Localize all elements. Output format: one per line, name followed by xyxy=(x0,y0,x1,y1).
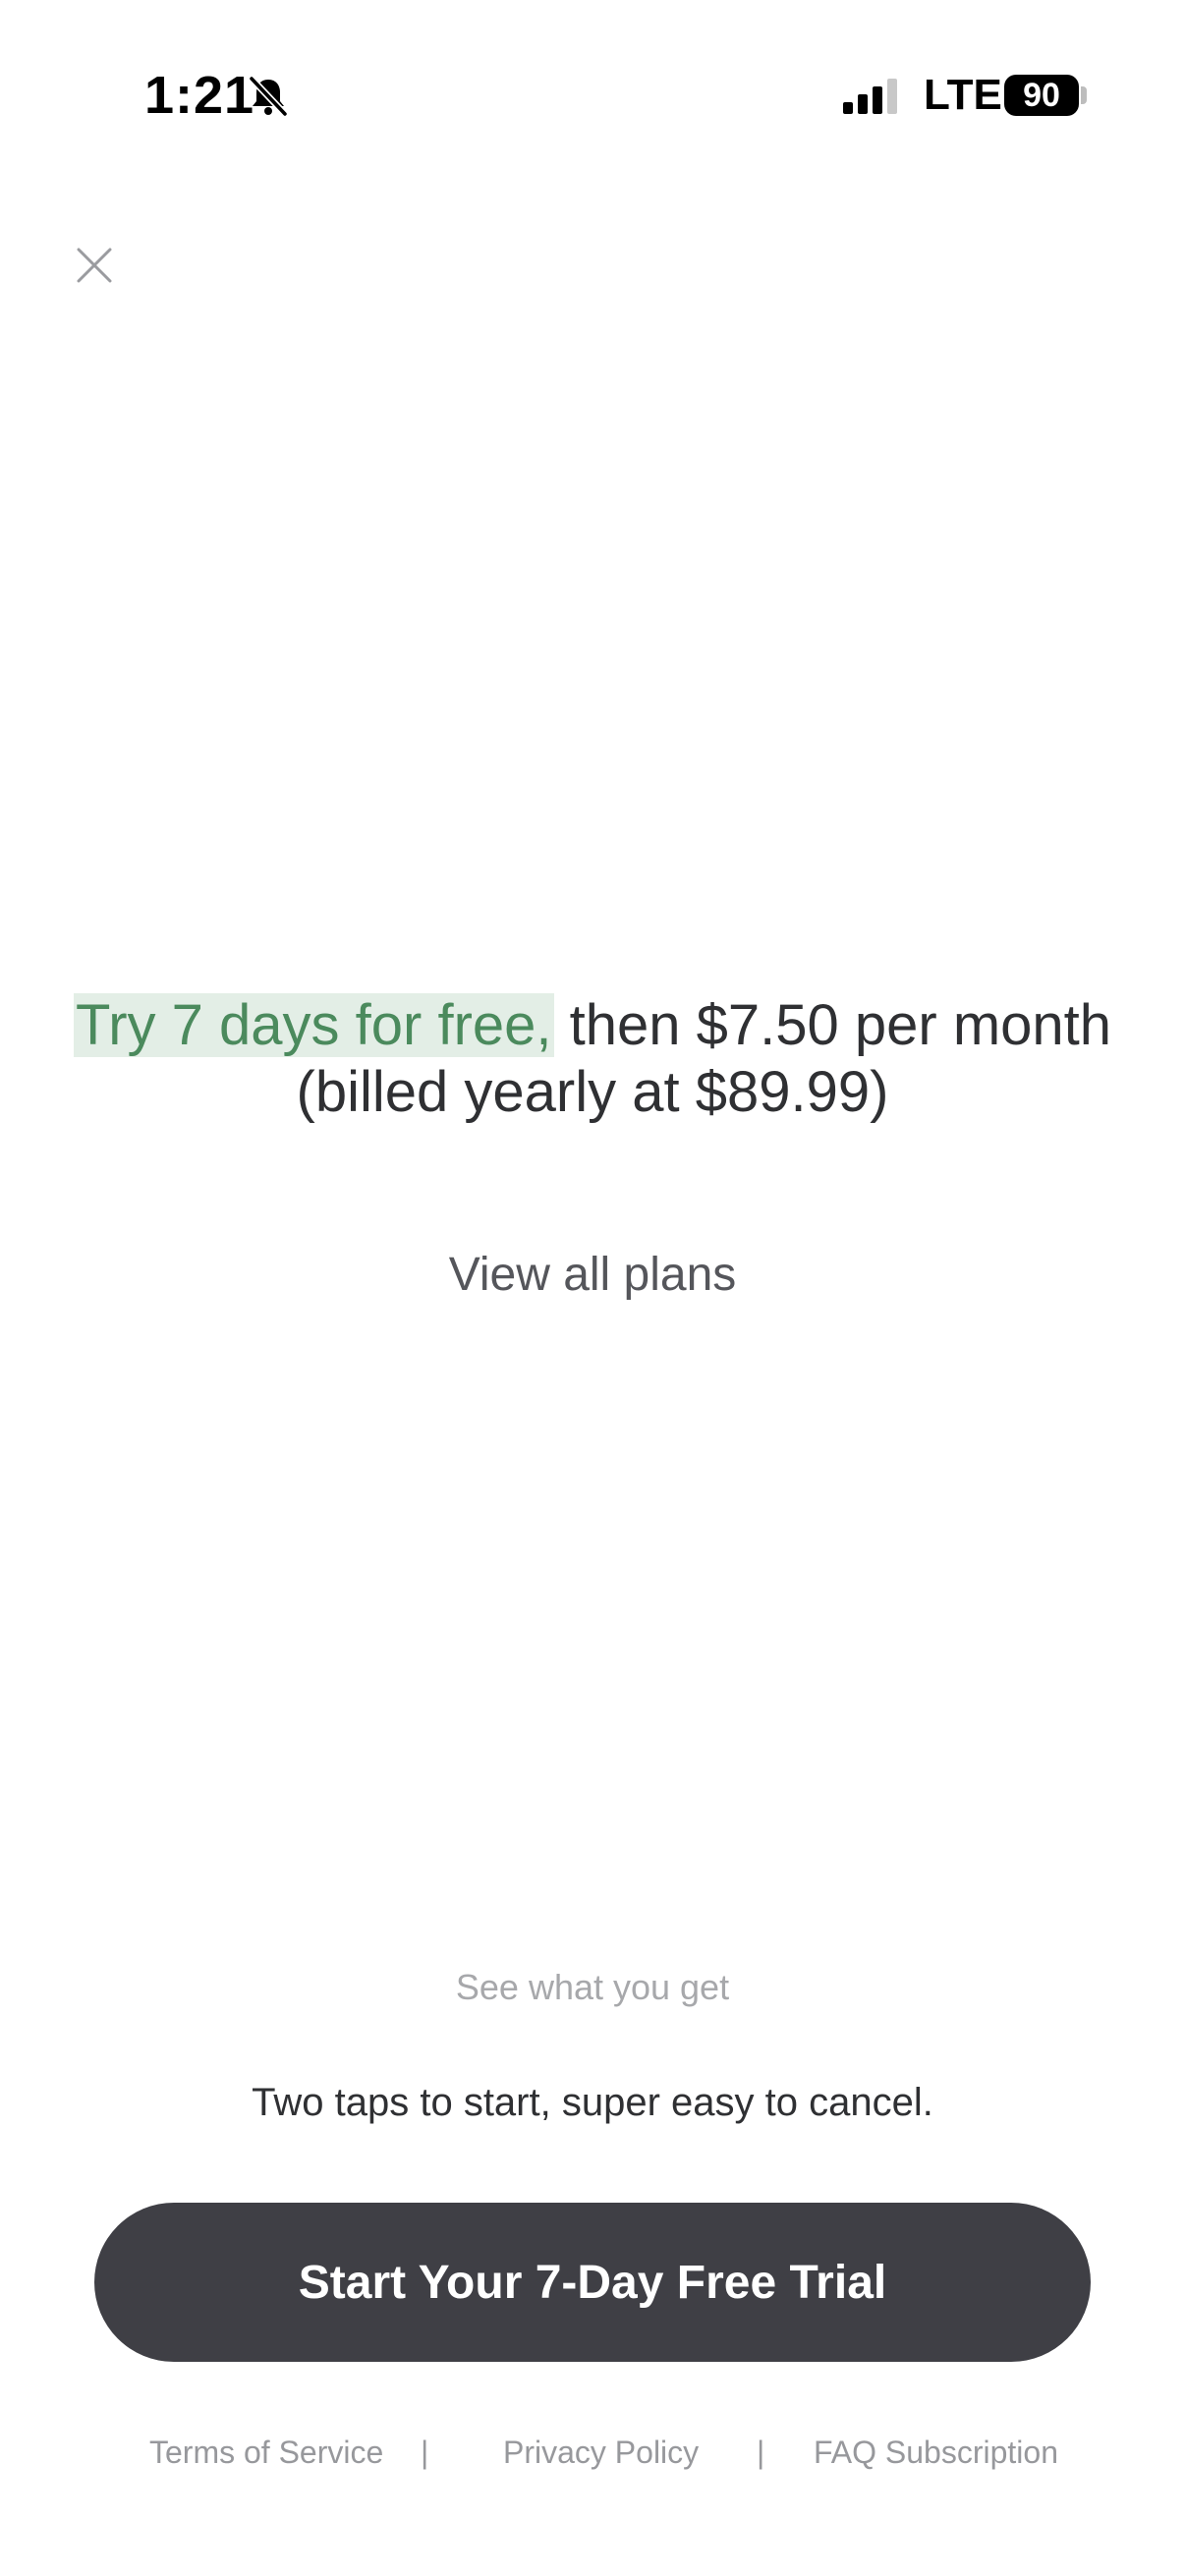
privacy-policy-link[interactable]: Privacy Policy xyxy=(503,2435,699,2471)
see-what-you-get-link[interactable]: See what you get xyxy=(0,1967,1185,2008)
start-free-trial-button[interactable]: Start Your 7-Day Free Trial xyxy=(94,2203,1091,2362)
bell-slash-icon xyxy=(246,74,291,119)
view-all-plans-link[interactable]: View all plans xyxy=(0,1248,1185,1302)
status-bar: 1:21 LTE 90 xyxy=(0,0,1185,196)
cancel-note: Two taps to start, super easy to cancel. xyxy=(252,2081,933,2124)
footer-links: Terms of Service | Privacy Policy | FAQ … xyxy=(0,2435,1185,2474)
free-trial-highlight: Try 7 days for free, xyxy=(73,993,554,1057)
battery-icon: 90 xyxy=(1004,75,1079,116)
close-button[interactable] xyxy=(65,236,124,295)
footer-separator: | xyxy=(757,2435,765,2470)
terms-of-service-link[interactable]: Terms of Service xyxy=(149,2435,383,2471)
signal-icon xyxy=(843,77,902,116)
network-type: LTE xyxy=(924,71,1002,119)
status-time: 1:21 xyxy=(144,66,255,125)
offer-price-line: then $7.50 per month xyxy=(553,993,1112,1057)
battery-tip xyxy=(1081,86,1087,104)
faq-subscription-link[interactable]: FAQ Subscription xyxy=(814,2435,1058,2471)
footer-separator: | xyxy=(421,2435,429,2470)
close-icon xyxy=(77,248,112,283)
offer-billing-line: (billed yearly at $89.99) xyxy=(296,1060,889,1124)
offer-text: Try 7 days for free, then $7.50 per mont… xyxy=(39,992,1146,1126)
